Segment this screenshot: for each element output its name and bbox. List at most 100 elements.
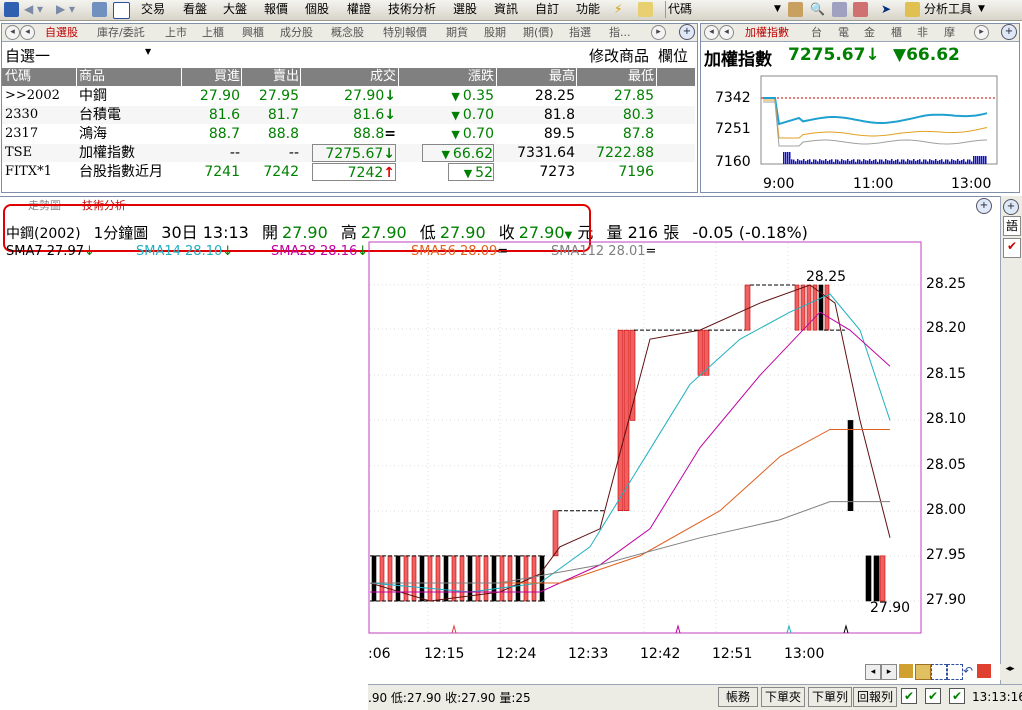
candlestick-chart[interactable]: 28.25 27.90 <box>0 240 1000 680</box>
tag-icon[interactable] <box>853 2 868 17</box>
menu-technical[interactable]: 技術分析 <box>388 1 436 18</box>
tab-otc-index[interactable]: 櫃 <box>891 25 902 40</box>
analysis-tools-menu[interactable]: 分析工具 <box>924 1 972 18</box>
notepad-icon[interactable] <box>638 2 653 17</box>
tab-futures[interactable]: 期貨 <box>446 25 468 40</box>
back-arrow-icon[interactable]: ◀ ▾ <box>24 1 43 18</box>
index-volume-bar <box>937 160 939 164</box>
cell-bid: 7241 <box>204 164 240 180</box>
undo-icon[interactable]: ↶ <box>963 664 973 678</box>
scroll-left-button[interactable]: ◂ <box>865 664 881 680</box>
tab-scroll-left-icon[interactable]: ◂ <box>5 25 20 40</box>
index-volume-bar <box>829 159 831 164</box>
header-separators <box>2 68 695 86</box>
tab-non-fin[interactable]: 非 <box>917 25 928 40</box>
chart-type-icon[interactable] <box>977 664 991 678</box>
candle <box>812 284 818 331</box>
index-zoom-icon[interactable]: + <box>1001 24 1017 40</box>
tab-msci[interactable]: 摩 <box>944 25 955 40</box>
language-button[interactable]: 語 <box>1003 216 1021 236</box>
group-selector[interactable]: 自選一 ▼ <box>5 45 155 65</box>
status-check-2[interactable]: ✔ <box>925 688 941 704</box>
index-volume-bar <box>831 159 833 164</box>
zoom-out-icon[interactable] <box>947 664 963 680</box>
arrow-down-icon: ↓ <box>384 107 396 123</box>
report-bar-button[interactable]: 回報列 <box>853 687 897 707</box>
tab-special-quote[interactable]: 特別報價 <box>383 25 427 40</box>
analysis-dropdown-icon[interactable]: ▼ <box>978 1 985 18</box>
table-row[interactable]: 2317 鴻海 88.7 88.8 89.5 87.8 88.8= ▼ 0.70 <box>2 125 695 143</box>
print-icon[interactable] <box>92 2 107 17</box>
cursor-icon[interactable]: ➤ <box>881 1 891 18</box>
period-icon[interactable] <box>915 664 931 680</box>
tab-fin[interactable]: 金 <box>864 25 875 40</box>
tab-inventory[interactable]: 庫存/委託 <box>97 25 145 40</box>
tab-components[interactable]: 成分股 <box>280 25 313 40</box>
table-row[interactable]: >>2002 中鋼 27.90 27.95 28.25 27.85 27.90↓ ▼ 0.35 <box>2 87 695 105</box>
index-volume-bar <box>867 160 869 164</box>
candle <box>371 555 377 602</box>
chart-scrollbar[interactable]: ◂▸ <box>1000 664 1020 680</box>
tab-tw[interactable]: 台 <box>811 25 822 40</box>
edit-symbols-button[interactable]: 修改商品 <box>589 45 649 66</box>
lightning-icon[interactable]: ⚡ <box>614 1 622 18</box>
chart-settings-icon[interactable] <box>832 2 847 17</box>
search-icon[interactable]: 🔍 <box>810 1 825 18</box>
zoom-icon[interactable]: + <box>679 24 695 40</box>
tab-more[interactable]: 指... <box>609 25 631 40</box>
analysis-tool-icon[interactable] <box>905 2 920 17</box>
index-volume-bar <box>869 159 871 164</box>
index-tab-left2-icon[interactable]: ◂ <box>719 25 734 40</box>
index-tab-left-icon[interactable]: ◂ <box>704 25 719 40</box>
home-icon[interactable] <box>4 2 19 17</box>
tab-next-icon[interactable]: ▸ <box>651 25 666 40</box>
table-row[interactable]: TSE 加權指數 -- -- 7331.64 7222.88 7275.67↓ ▼ 66.62 <box>2 144 695 162</box>
y-axis-tick: 27.90 <box>926 592 967 608</box>
menu-stock[interactable]: 個股 <box>305 1 329 18</box>
tab-futures-price[interactable]: 期(價) <box>523 25 554 40</box>
menu-trade[interactable]: 交易 <box>141 1 165 18</box>
menu-watch[interactable]: 看盤 <box>183 1 207 18</box>
cell-name: 台積電 <box>79 107 121 123</box>
menu-code[interactable]: 代碼 <box>665 1 692 18</box>
menu-screener[interactable]: 選股 <box>453 1 477 18</box>
menu-warrant[interactable]: 權證 <box>347 1 371 18</box>
last-price-label: 27.90 <box>870 600 910 616</box>
tab-listed[interactable]: 上市 <box>165 25 187 40</box>
menu-quote[interactable]: 報價 <box>264 1 288 18</box>
zoom-in-icon[interactable] <box>931 664 947 680</box>
fields-button[interactable]: 欄位 <box>658 45 688 66</box>
menu-info[interactable]: 資訊 <box>494 1 518 18</box>
chart-zoom-icon[interactable]: + <box>976 198 992 214</box>
popup-icon[interactable] <box>113 2 130 19</box>
tab-stock-futures[interactable]: 股期 <box>484 25 506 40</box>
order-folder-button[interactable]: 下單夾 <box>761 687 805 707</box>
index-volume-bar <box>791 159 793 164</box>
account-button[interactable]: 帳務 <box>718 687 758 707</box>
tab-concept[interactable]: 概念股 <box>331 25 364 40</box>
menu-custom[interactable]: 自訂 <box>535 1 559 18</box>
draw-tool-icon[interactable] <box>899 664 913 678</box>
forward-arrow-icon[interactable]: ▶ ▾ <box>56 1 75 18</box>
right-zoom-icon[interactable]: + <box>1003 199 1019 215</box>
tab-watchlist[interactable]: 自選股 <box>45 25 78 40</box>
candle <box>879 555 886 602</box>
tab-otc[interactable]: 上櫃 <box>202 25 224 40</box>
tab-taiex[interactable]: 加權指數 <box>745 25 789 40</box>
table-row[interactable]: FITX*1 台股指數近月 7241 7242 7273 7196 7242↑ ▼ 52 <box>2 163 695 181</box>
index-tab-next-icon[interactable]: ▸ <box>974 25 989 40</box>
order-bar-button[interactable]: 下單列 <box>808 687 852 707</box>
code-dropdown-icon[interactable]: ▼ <box>774 1 781 18</box>
menu-function[interactable]: 功能 <box>576 1 600 18</box>
menu-market[interactable]: 大盤 <box>223 1 247 18</box>
scroll-right-button[interactable]: ▸ <box>881 664 897 680</box>
tab-elec[interactable]: 電 <box>838 25 849 40</box>
table-row[interactable]: 2330 台積電 81.6 81.7 81.8 80.3 81.6↓ ▼ 0.70 <box>2 106 695 124</box>
tab-index-options[interactable]: 指選 <box>569 25 591 40</box>
status-check-1[interactable]: ✔ <box>901 688 917 704</box>
status-check-3[interactable]: ✔ <box>949 688 965 704</box>
checkmark-icon[interactable]: ✔ <box>1003 238 1021 258</box>
tab-emerging[interactable]: 興櫃 <box>242 25 264 40</box>
tab-scroll-right-icon[interactable]: ◂ <box>20 25 35 40</box>
keyboard-icon[interactable] <box>788 2 803 17</box>
